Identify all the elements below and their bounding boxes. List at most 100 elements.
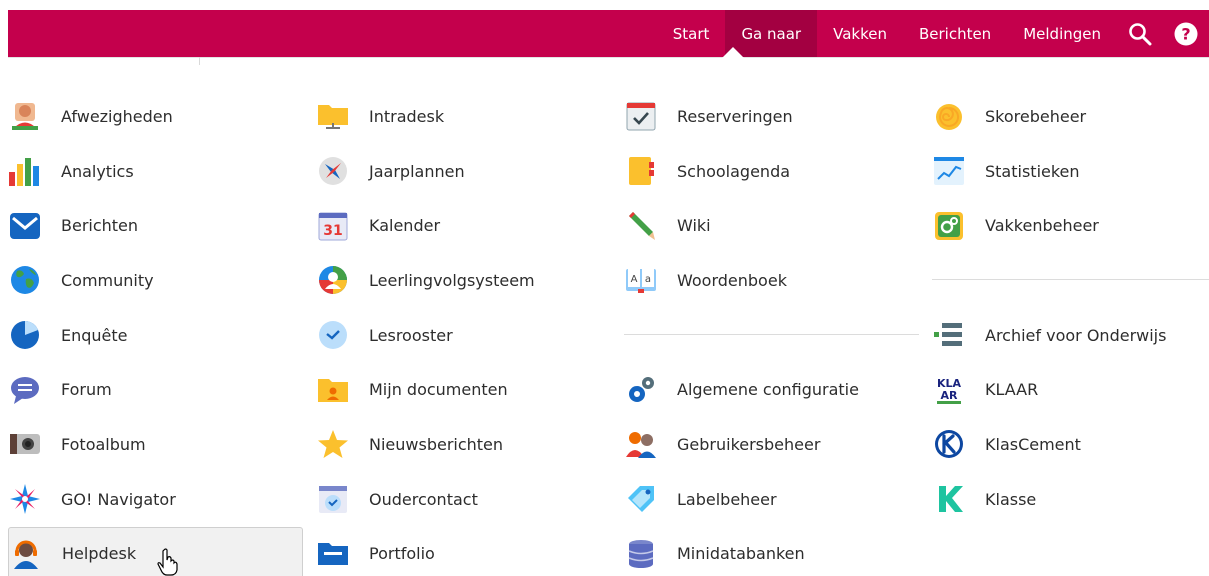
menu-item-label: Analytics (61, 161, 134, 181)
puzzle-settings-icon (932, 209, 966, 243)
nav-berichten[interactable]: Berichten (903, 10, 1007, 57)
menu-item-skorebeheer[interactable]: Skorebeheer (932, 89, 1209, 144)
menu-item-mijn-documenten[interactable]: Mijn documenten (316, 362, 611, 417)
line-chart-icon (932, 154, 966, 188)
menu-item-label: Algemene configuratie (677, 380, 859, 400)
calendar-clock-icon (316, 482, 350, 516)
menu-item-klaar[interactable]: KLA AR KLAAR (932, 362, 1209, 417)
menu-item-label: Leerlingvolgsysteem (369, 270, 535, 290)
menu-item-oudercontact[interactable]: Oudercontact (316, 472, 611, 527)
menu-item-algemene-configuratie[interactable]: Algemene configuratie (624, 362, 919, 417)
pie-chart-icon (8, 318, 42, 352)
menu-item-enquete[interactable]: Enquête (8, 308, 303, 363)
menu-item-portfolio[interactable]: Portfolio (316, 527, 611, 576)
menu-item-kalender[interactable]: 31 Kalender (316, 198, 611, 253)
menu-item-lesrooster[interactable]: Lesrooster (316, 308, 611, 363)
svg-text:a: a (645, 274, 651, 285)
menu-item-nieuwsberichten[interactable]: Nieuwsberichten (316, 417, 611, 472)
users-icon (624, 427, 658, 461)
student-tracking-icon (316, 263, 350, 297)
portfolio-folder-icon (316, 537, 350, 571)
menu-item-label: Klasse (985, 489, 1037, 509)
menu-item-label: Jaarplannen (369, 161, 465, 181)
menu-item-label: Helpdesk (62, 544, 137, 564)
menu-item-label: Woordenboek (677, 270, 787, 290)
menu-item-label: KLAAR (985, 380, 1039, 400)
menu-item-leerlingvolgsysteem[interactable]: Leerlingvolgsysteem (316, 253, 611, 308)
svg-text:A: A (631, 274, 638, 285)
menu-column-4: Skorebeheer Statistieken Vakkenbeheer Ar… (932, 89, 1209, 527)
menu-item-label: Fotoalbum (61, 434, 146, 454)
menu-column-3: Reserveringen Schoolagenda Wiki Aa Woord… (624, 89, 919, 576)
menu-item-helpdesk[interactable]: Helpdesk (8, 526, 303, 576)
menu-item-label: Labelbeheer (677, 489, 777, 509)
camera-icon (8, 427, 42, 461)
calendar-check-icon (624, 99, 658, 133)
database-icon (624, 537, 658, 571)
menu-item-gebruikersbeheer[interactable]: Gebruikersbeheer (624, 417, 919, 472)
menu-item-woordenboek[interactable]: Aa Woordenboek (624, 253, 919, 308)
dictionary-icon: Aa (624, 263, 658, 297)
menu-item-intradesk[interactable]: Intradesk (316, 89, 611, 144)
search-icon[interactable] (1117, 10, 1163, 57)
menu-item-label: Oudercontact (369, 489, 478, 509)
menu-item-statistieken[interactable]: Statistieken (932, 144, 1209, 199)
menu-item-label: Minidatabanken (677, 544, 805, 564)
gears-icon (624, 373, 658, 407)
menu-item-jaarplannen[interactable]: Jaarplannen (316, 144, 611, 199)
folder-network-icon (316, 99, 350, 133)
envelope-icon (8, 209, 42, 243)
top-navigation-bar: Start Ga naar Vakken Berichten Meldingen… (8, 10, 1209, 57)
menu-item-label: Lesrooster (369, 325, 453, 345)
menu-item-label: Mijn documenten (369, 380, 508, 400)
help-icon[interactable]: ? (1163, 10, 1209, 57)
menu-item-klasse[interactable]: Klasse (932, 472, 1209, 527)
headset-icon (9, 537, 43, 571)
tags-icon (624, 482, 658, 516)
menu-item-vakkenbeheer[interactable]: Vakkenbeheer (932, 198, 1209, 253)
menu-item-fotoalbum[interactable]: Fotoalbum (8, 417, 303, 472)
menu-item-schoolagenda[interactable]: Schoolagenda (624, 144, 919, 199)
menu-item-berichten[interactable]: Berichten (8, 198, 303, 253)
svg-text:?: ? (1181, 24, 1190, 43)
klaar-logo-icon: KLA AR (932, 373, 966, 407)
agenda-icon (624, 154, 658, 188)
menu-item-label: Forum (61, 380, 112, 400)
spiral-shell-icon (932, 99, 966, 133)
menu-item-minidatabanken[interactable]: Minidatabanken (624, 527, 919, 576)
svg-text:31: 31 (323, 223, 342, 239)
menu-item-label: Statistieken (985, 161, 1080, 181)
menu-item-analytics[interactable]: Analytics (8, 144, 303, 199)
folder-user-icon (316, 373, 350, 407)
menu-item-community[interactable]: Community (8, 253, 303, 308)
active-menu-caret (722, 47, 744, 58)
menu-item-reserveringen[interactable]: Reserveringen (624, 89, 919, 144)
nav-meldingen[interactable]: Meldingen (1007, 10, 1117, 57)
nav-vakken[interactable]: Vakken (817, 10, 903, 57)
klasse-logo-icon (932, 482, 966, 516)
calendar-31-icon: 31 (316, 209, 350, 243)
menu-item-labelbeheer[interactable]: Labelbeheer (624, 472, 919, 527)
menu-item-afwezigheden[interactable]: Afwezigheden (8, 89, 303, 144)
nav-start[interactable]: Start (657, 10, 726, 57)
clock-icon (316, 318, 350, 352)
archive-icon (932, 318, 966, 352)
menu-item-label: Nieuwsberichten (369, 434, 504, 454)
menu-item-label: Vakkenbeheer (985, 216, 1099, 236)
menu-item-klascement[interactable]: KlasCement (932, 417, 1209, 472)
menu-item-label: GO! Navigator (61, 489, 176, 509)
menu-item-label: Enquête (61, 325, 128, 345)
menu-column-1: Afwezigheden Analytics Berichten Communi… (8, 89, 303, 576)
star-icon (316, 427, 350, 461)
menu-item-label: Schoolagenda (677, 161, 791, 181)
hand-cursor-icon (157, 548, 179, 576)
menu-item-forum[interactable]: Forum (8, 362, 303, 417)
person-red-icon (8, 99, 42, 133)
menu-item-label: Community (61, 270, 154, 290)
compass-icon (316, 154, 350, 188)
menu-item-archief-voor-onderwijs[interactable]: Archief voor Onderwijs (932, 308, 1209, 363)
menu-item-go-navigator[interactable]: GO! Navigator (8, 472, 303, 527)
menu-separator (932, 253, 1209, 308)
menu-item-wiki[interactable]: Wiki (624, 198, 919, 253)
menu-item-label: Gebruikersbeheer (677, 434, 821, 454)
